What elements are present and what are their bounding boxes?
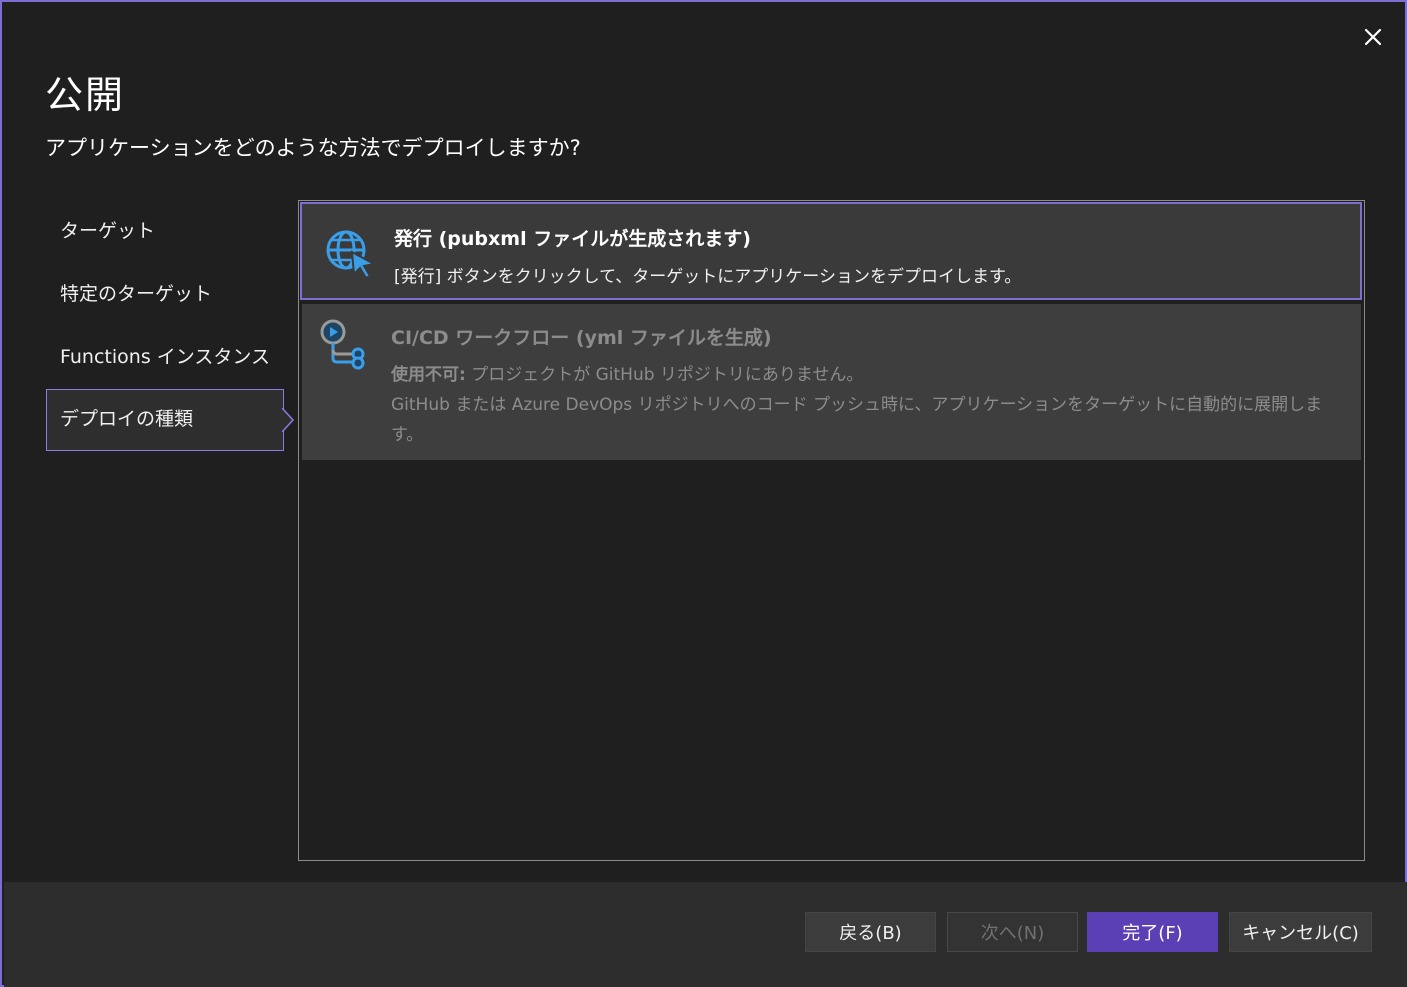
wizard-steps-nav: ターゲット 特定のターゲット Functions インスタンス デプロイの種類: [46, 200, 294, 452]
close-icon: [1364, 28, 1382, 46]
dialog-title: 公開: [45, 73, 126, 117]
nav-item-deploy-type[interactable]: デプロイの種類: [46, 389, 294, 451]
option-description: [発行] ボタンをクリックして、ターゲットにアプリケーションをデプロイします。: [394, 267, 1022, 287]
nav-item-label: 特定のターゲット: [60, 283, 213, 305]
ci-cd-workflow-icon: [320, 319, 365, 370]
globe-publish-icon: [326, 230, 377, 280]
unavailable-note: 使用不可: プロジェクトが GitHub リポジトリにありません。: [391, 360, 1331, 390]
nav-item-label: ターゲット: [60, 220, 156, 242]
nav-item-target[interactable]: ターゲット: [46, 200, 286, 262]
next-button[interactable]: 次へ(N): [947, 912, 1078, 952]
back-button[interactable]: 戻る(B): [805, 912, 936, 952]
dialog-subtitle: アプリケーションをどのような方法でデプロイしますか?: [45, 136, 581, 160]
close-button[interactable]: [1358, 22, 1388, 52]
option-publish[interactable]: 発行 (pubxml ファイルが生成されます) [発行] ボタンをクリックして、…: [300, 202, 1362, 300]
nav-item-specific-target[interactable]: 特定のターゲット: [46, 263, 286, 325]
option-description-block: 使用不可: プロジェクトが GitHub リポジトリにありません。 GitHub…: [391, 360, 1331, 450]
nav-item-functions-instance[interactable]: Functions インスタンス: [46, 326, 286, 388]
option-ci-cd[interactable]: CI/CD ワークフロー (yml ファイルを生成) 使用不可: プロジェクトが…: [302, 304, 1361, 460]
unavailable-reason: プロジェクトが GitHub リポジトリにありません。: [465, 365, 864, 385]
deploy-options-panel: 発行 (pubxml ファイルが生成されます) [発行] ボタンをクリックして、…: [298, 200, 1365, 861]
cancel-button[interactable]: キャンセル(C): [1229, 912, 1372, 952]
nav-item-label: Functions インスタンス: [60, 346, 270, 368]
option-title: 発行 (pubxml ファイルが生成されます): [394, 228, 751, 250]
publish-dialog: 公開 アプリケーションをどのような方法でデプロイしますか? ターゲット 特定のタ…: [0, 0, 1407, 987]
finish-button[interactable]: 完了(F): [1087, 912, 1218, 952]
dialog-footer: 戻る(B) 次へ(N) 完了(F) キャンセル(C): [4, 882, 1407, 987]
unavailable-label: 使用不可:: [391, 365, 466, 385]
option-title: CI/CD ワークフロー (yml ファイルを生成): [391, 327, 772, 349]
nav-item-label: デプロイの種類: [60, 408, 194, 430]
option-description: GitHub または Azure DevOps リポジトリへのコード プッシュ時…: [391, 395, 1323, 445]
chevron-right-icon: [282, 408, 294, 432]
